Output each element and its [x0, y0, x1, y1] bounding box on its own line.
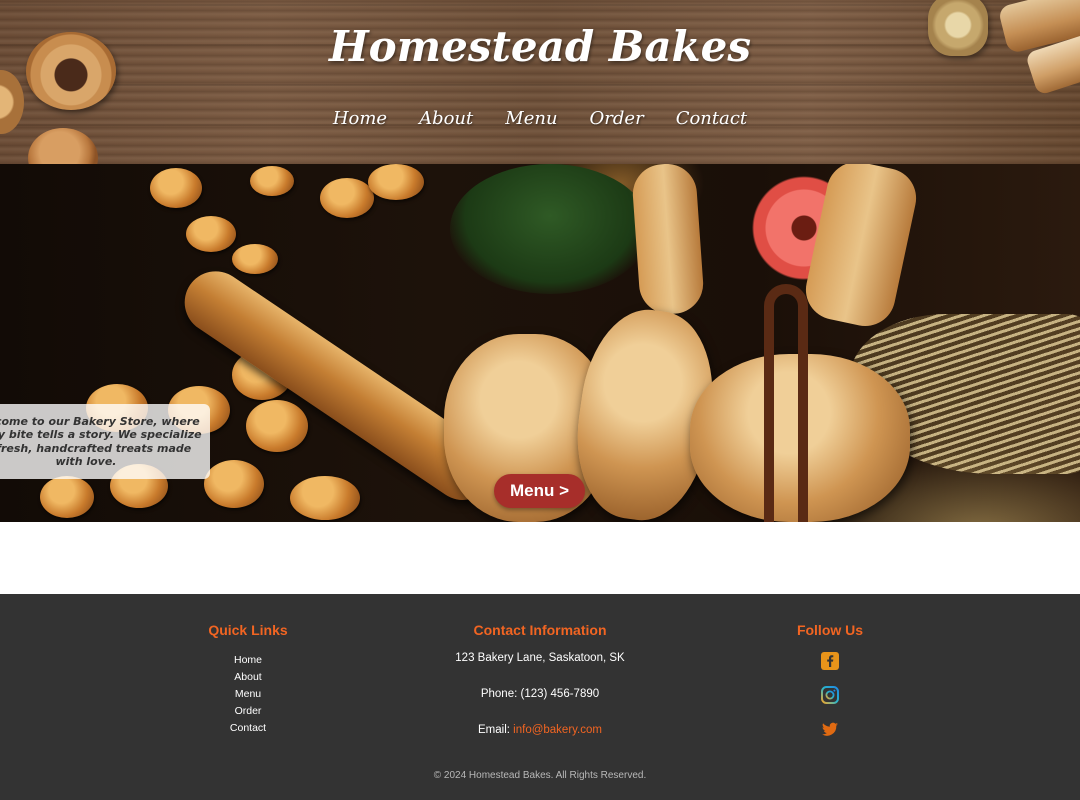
facebook-icon[interactable] — [821, 652, 839, 670]
email-link[interactable]: info@bakery.com — [513, 724, 602, 736]
site-header: Homestead Bakes Home About Menu Order Co… — [0, 0, 1080, 164]
welcome-message-box: Welcome to our Bakery Store, where every… — [0, 404, 210, 479]
bun-image — [204, 460, 264, 508]
bun-image — [232, 244, 278, 274]
instagram-icon[interactable] — [821, 686, 839, 704]
nav-about[interactable]: About — [419, 108, 473, 129]
basket-handle-decoration — [764, 284, 808, 522]
site-title: Homestead Bakes — [328, 22, 751, 71]
bread-stick-image — [630, 164, 706, 317]
cookie-decoration — [28, 128, 98, 164]
bun-image — [368, 164, 424, 200]
contact-section: Contact Information 123 Bakery Lane, Sas… — [390, 622, 690, 736]
nav-home[interactable]: Home — [333, 108, 387, 129]
menu-button[interactable]: Menu > — [494, 474, 585, 508]
follow-us-title: Follow Us — [796, 622, 864, 638]
site-footer: Quick Links Home About Menu Order Contac… — [0, 594, 1080, 800]
contact-email-line: Email: info@bakery.com — [390, 724, 690, 736]
footer-link-home[interactable]: Home — [148, 652, 348, 669]
bun-image — [186, 216, 236, 252]
herbs-decoration — [450, 164, 650, 294]
main-nav: Home About Menu Order Contact — [0, 108, 1080, 129]
contact-title: Contact Information — [473, 622, 607, 638]
bun-image — [250, 166, 294, 196]
hero-banner: Welcome to our Bakery Store, where every… — [0, 164, 1080, 522]
bun-image — [246, 400, 308, 452]
bun-image — [150, 168, 202, 208]
nav-order[interactable]: Order — [590, 108, 644, 129]
footer-link-order[interactable]: Order — [148, 703, 348, 720]
footer-link-contact[interactable]: Contact — [148, 720, 348, 737]
welcome-text: Welcome to our Bakery Store, where every… — [0, 414, 202, 469]
quick-links-title: Quick Links — [208, 622, 288, 638]
footer-link-about[interactable]: About — [148, 669, 348, 686]
quick-links-section: Quick Links Home About Menu Order Contac… — [148, 622, 348, 737]
social-section: Follow Us — [730, 622, 930, 754]
contact-phone: Phone: (123) 456-7890 — [480, 688, 600, 700]
contact-address: 123 Bakery Lane, Saskatoon, SK — [455, 652, 625, 664]
nav-contact[interactable]: Contact — [676, 108, 747, 129]
nav-menu[interactable]: Menu — [505, 108, 557, 129]
bun-image — [40, 476, 94, 518]
footer-link-menu[interactable]: Menu — [148, 686, 348, 703]
email-label: Email: — [478, 724, 510, 736]
twitter-icon[interactable] — [821, 720, 839, 738]
bun-image — [290, 476, 360, 520]
copyright-text: © 2024 Homestead Bakes. All Rights Reser… — [433, 770, 647, 781]
bun-image — [320, 178, 374, 218]
